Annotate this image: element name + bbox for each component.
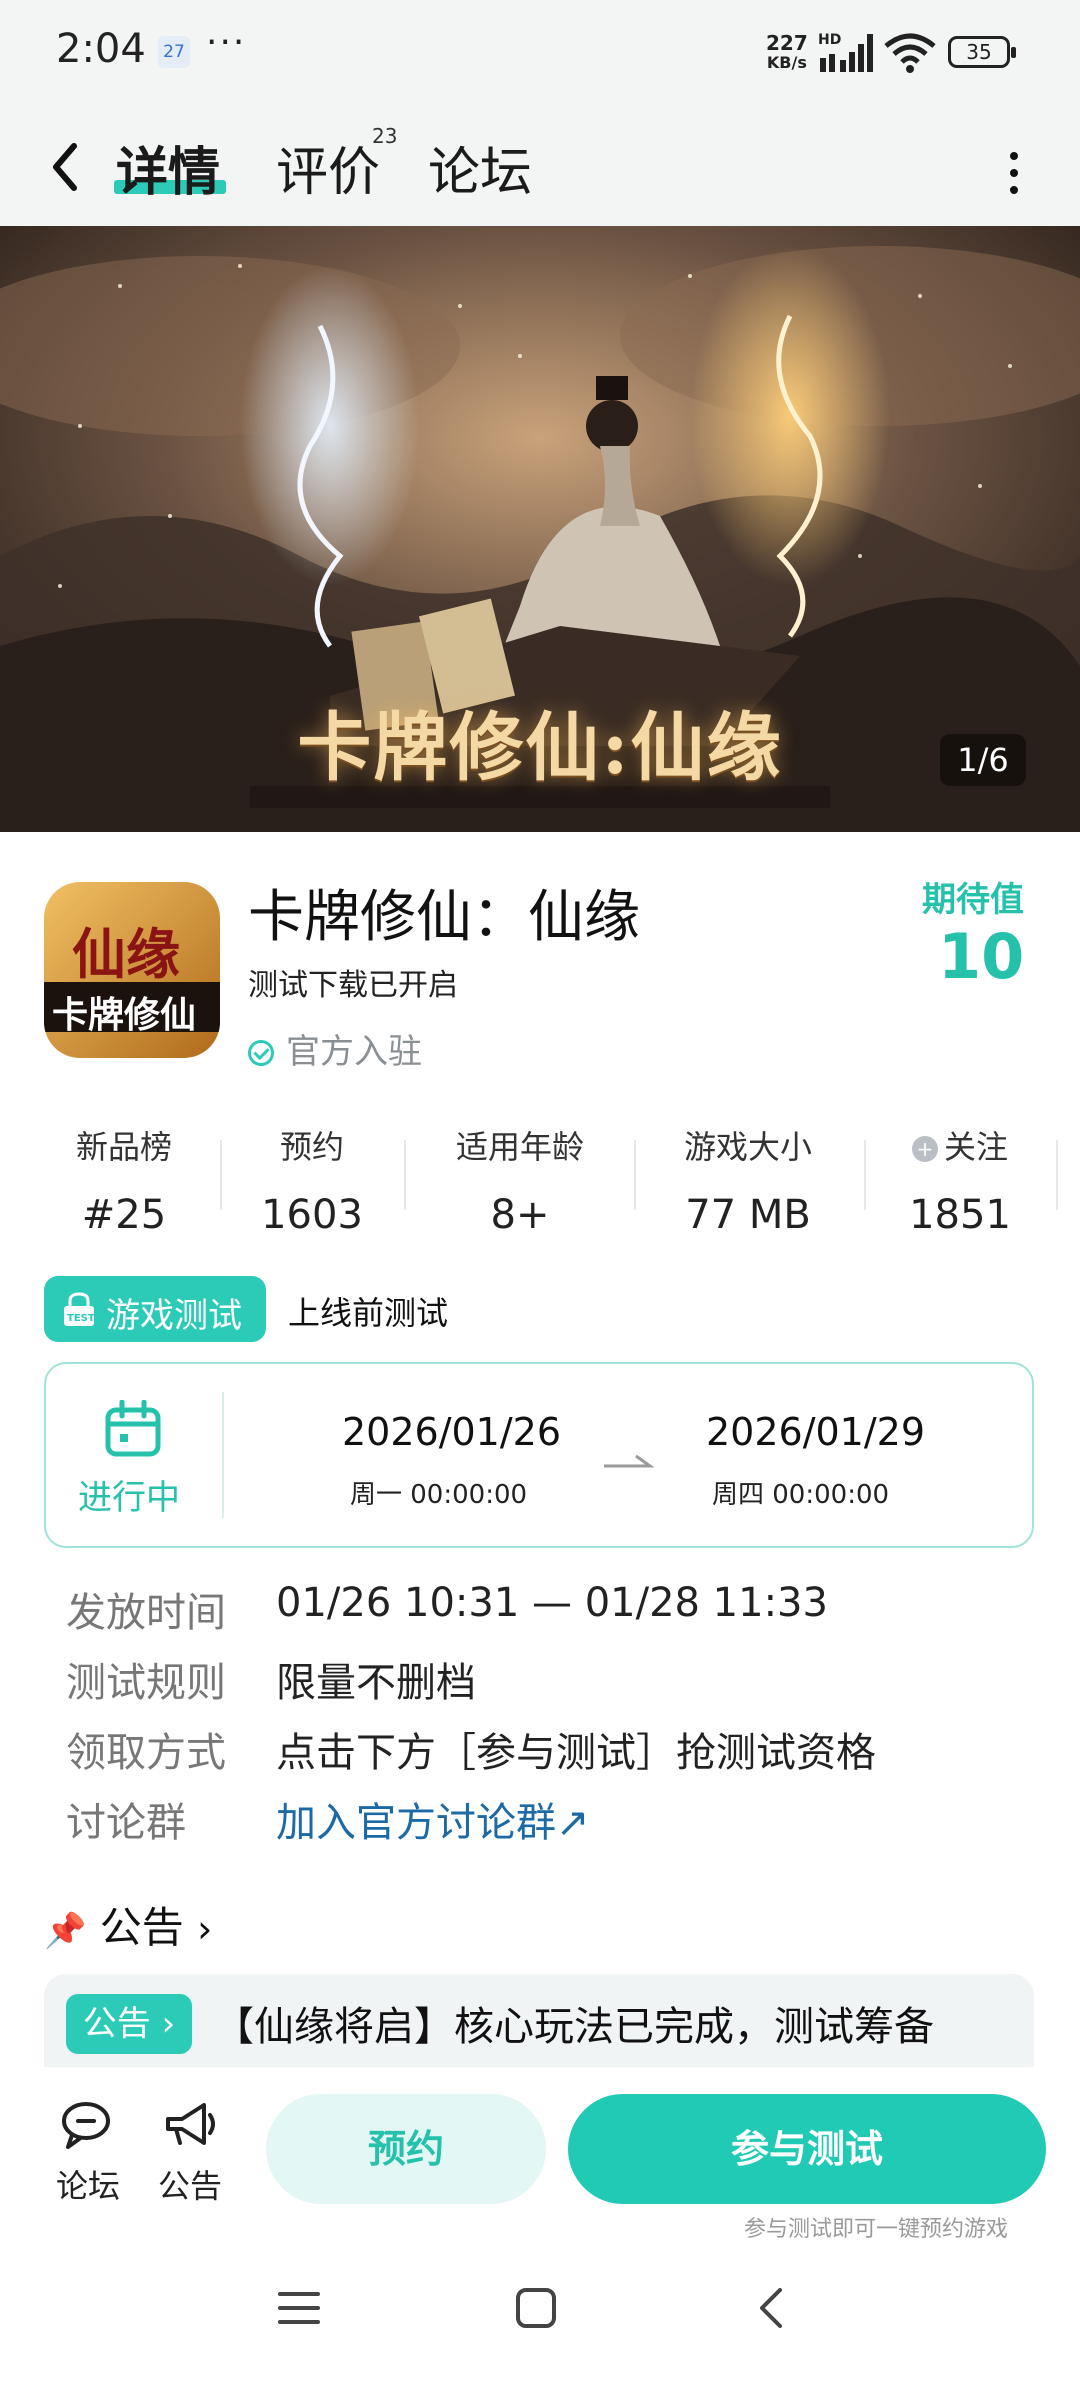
stats-row: 新品榜 #25 预约 1603 适用年龄 8+ 游戏大小 77 MB + 关注 1… <box>0 1122 1080 1238</box>
app-title: 卡牌修仙：仙缘 <box>248 885 640 950</box>
stat-divider <box>404 1140 406 1210</box>
more-notifications-icon: ··· <box>206 22 247 63</box>
end-date: 2026/01/29 <box>706 1410 926 1454</box>
join-test-button[interactable]: 参与测试 <box>568 2094 1046 2204</box>
game-test-label: 游戏测试 <box>106 1296 242 1336</box>
menu-icon[interactable] <box>276 2286 322 2330</box>
battery-icon: 35 <box>948 36 1016 68</box>
card-divider <box>222 1392 224 1518</box>
megaphone-icon <box>166 2103 215 2145</box>
stat-ranking-label: 新品榜 <box>75 1128 172 1166</box>
clock: 2:04 <box>56 26 146 72</box>
calendar-icon <box>105 1400 161 1457</box>
info-value: 点击下方［参与测试］抢测试资格 <box>276 1730 876 1776</box>
test-type: 上线前测试 <box>288 1294 449 1332</box>
stat-follow-label: 关注 <box>943 1128 1008 1166</box>
check-circle-icon <box>248 1040 274 1066</box>
test-lock-icon: TEST <box>64 1292 95 1326</box>
info-key: 测试规则 <box>66 1660 226 1706</box>
chevron-right-icon: › <box>197 1907 213 1951</box>
announcement-text: 【仙缘将启】核心玩法已完成，测试筹备 <box>214 2004 934 2050</box>
detail-content: 仙缘 卡牌修仙 卡牌修仙：仙缘 测试下载已开启 官方入驻 期待值 10 新品榜 … <box>0 832 1080 2074</box>
test-status: 进行中 <box>78 1478 180 1518</box>
stat-reservations-label: 预约 <box>279 1128 344 1166</box>
review-count-badge: 23 <box>372 124 398 148</box>
tab-forum[interactable]: 论坛 <box>428 130 532 205</box>
app-icon: 仙缘 卡牌修仙 <box>44 882 220 1058</box>
reserve-button[interactable]: 预约 <box>266 2094 546 2204</box>
top-nav: 详情 评价 23 论坛 <box>0 110 1080 226</box>
system-nav-bar <box>0 2240 1080 2400</box>
signal-icon: HD <box>818 32 873 72</box>
stat-ranking[interactable]: 新品榜 #25 <box>44 1122 204 1238</box>
stat-divider <box>1056 1140 1058 1210</box>
hero-banner[interactable]: 卡牌修仙:仙缘 1/6 <box>0 226 1080 832</box>
start-time: 周一 00:00:00 <box>350 1480 528 1510</box>
test-period-card: 进行中 2026/01/26 周一 00:00:00 2026/01/29 周四… <box>44 1362 1034 1548</box>
hd-label: HD <box>818 32 841 48</box>
announcement-tag-label: 公告 <box>82 2004 151 2044</box>
expectation-value: 10 <box>938 920 1025 993</box>
stat-divider <box>220 1140 222 1210</box>
network-speed-value: 227 <box>766 31 808 55</box>
arrow-right-icon <box>604 1454 654 1468</box>
banner-page-counter: 1/6 <box>940 734 1026 786</box>
app-icon-text-bottom: 卡牌修仙 <box>52 994 197 1036</box>
app-subtitle: 测试下载已开启 <box>248 968 458 1003</box>
official-label: 官方入驻 <box>286 1032 422 1072</box>
game-test-badge: TEST 游戏测试 <box>44 1276 266 1342</box>
status-bar: 2:04 27 ··· 227 KB/s HD 35 <box>0 0 1080 110</box>
network-speed-unit: KB/s <box>766 53 807 72</box>
tab-reviews[interactable]: 评价 <box>276 130 380 205</box>
info-value: 01/26 10:31 — 01/28 11:33 <box>276 1580 828 1626</box>
stat-age-rating: 适用年龄 8+ <box>420 1122 620 1238</box>
announcement-button[interactable]: 公告 <box>150 2097 230 2207</box>
stat-size-value: 77 MB <box>685 1192 811 1238</box>
network-speed: 227 KB/s <box>766 31 808 72</box>
join-group-link[interactable]: 加入官方讨论群↗ <box>276 1790 590 1848</box>
announcement-label: 公告 <box>157 2167 222 2205</box>
stat-follow-value: 1851 <box>909 1192 1011 1238</box>
stat-age-value: 8+ <box>490 1192 550 1238</box>
wifi-icon <box>884 33 936 73</box>
calendar-notification-icon: 27 <box>158 36 190 68</box>
stat-reservations-value: 1603 <box>261 1192 363 1238</box>
info-key: 发放时间 <box>66 1590 226 1636</box>
info-key: 领取方式 <box>66 1730 226 1776</box>
forum-button[interactable]: 论坛 <box>48 2097 128 2207</box>
app-icon-text-top: 仙缘 <box>72 922 180 986</box>
banner-title: 卡牌修仙:仙缘 <box>297 705 783 791</box>
info-value: 限量不删档 <box>276 1660 476 1706</box>
announcement-card[interactable]: 公告 › 【仙缘将启】核心玩法已完成，测试筹备 <box>44 1974 1034 2074</box>
stat-follow-label-wrap: + 关注 <box>880 1122 1040 1168</box>
announcement-heading: 公告 <box>99 1903 184 1952</box>
stat-divider <box>864 1140 866 1210</box>
announcement-tag: 公告 › <box>66 1994 192 2054</box>
forum-label: 论坛 <box>55 2167 120 2205</box>
pin-icon: 📌 <box>44 1911 87 1951</box>
svg-text:TEST: TEST <box>67 1313 95 1324</box>
start-date: 2026/01/26 <box>342 1410 562 1454</box>
announcement-section-header[interactable]: 📌 公告 › <box>44 1894 212 1955</box>
heart-plus-icon: + <box>911 1136 938 1162</box>
bottom-action-bar: 论坛 公告 预约 参与测试 参与测试即可一键预约游戏 <box>0 2067 1080 2242</box>
stat-size-label: 游戏大小 <box>683 1128 812 1166</box>
stat-follow[interactable]: + 关注 1851 <box>880 1122 1040 1238</box>
tab-details[interactable]: 详情 <box>116 130 220 205</box>
stat-reservations: 预约 1603 <box>232 1122 392 1238</box>
expectation-label: 期待值 <box>922 880 1024 920</box>
info-key: 讨论群 <box>66 1800 186 1846</box>
official-badge: 官方入驻 <box>248 1024 422 1073</box>
back-nav-icon[interactable] <box>752 2284 792 2332</box>
stat-age-label: 适用年龄 <box>455 1128 584 1166</box>
stat-game-size: 游戏大小 77 MB <box>648 1122 848 1238</box>
stat-ranking-value: #25 <box>81 1192 167 1238</box>
back-icon[interactable] <box>40 132 100 202</box>
end-time: 周四 00:00:00 <box>712 1480 890 1510</box>
forum-chat-icon <box>62 2102 110 2149</box>
home-icon[interactable] <box>514 2286 558 2330</box>
join-test-hint: 参与测试即可一键预约游戏 <box>744 2217 1009 2242</box>
more-menu-icon[interactable] <box>990 138 1030 208</box>
stat-divider <box>634 1140 636 1210</box>
